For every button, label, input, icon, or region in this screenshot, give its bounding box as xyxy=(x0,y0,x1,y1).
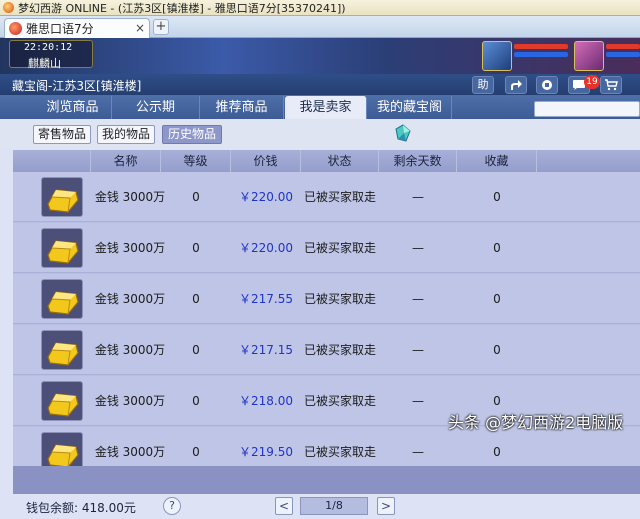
tab-browse[interactable]: 浏览商品 xyxy=(34,96,112,119)
tab-public-period[interactable]: 公示期 xyxy=(112,96,200,119)
page-indicator: 1/8 xyxy=(300,497,368,515)
item-level: 0 xyxy=(192,190,200,204)
item-name: 金钱 3000万两 xyxy=(94,394,166,458)
item-status: 已被买家取走 xyxy=(303,343,376,357)
tab-my-pavilion[interactable]: 我的藏宝阁 xyxy=(368,96,452,119)
item-price: ￥220.00 xyxy=(239,190,293,204)
item-days-left: — xyxy=(412,445,424,459)
item-price: ￥218.00 xyxy=(239,394,293,408)
subtab-my-items[interactable]: 我的物品 xyxy=(97,125,155,144)
browser-tab[interactable]: 雅思口语7分 × xyxy=(4,18,150,38)
gold-ingot-icon xyxy=(41,279,83,319)
item-days-left: — xyxy=(412,241,424,255)
item-level: 0 xyxy=(192,343,200,357)
panel-footer: 钱包余额: 418.00元 ? < 1/8 > xyxy=(0,494,640,519)
col-status-header[interactable]: 状态 xyxy=(301,150,379,172)
item-price: ￥217.55 xyxy=(239,292,293,306)
gold-ingot-icon xyxy=(41,381,83,421)
item-fav-count: 0 xyxy=(493,190,501,204)
tab-seller[interactable]: 我是卖家 xyxy=(285,96,367,119)
player-mp-bar xyxy=(514,52,568,57)
item-days-left: — xyxy=(412,190,424,204)
item-days-left: — xyxy=(412,394,424,408)
close-tab-icon[interactable]: × xyxy=(135,21,145,35)
next-page-button[interactable]: > xyxy=(377,497,395,515)
col-fav-header[interactable]: 收藏 xyxy=(457,150,537,172)
window-title-bar: 梦幻西游 ONLINE - (江苏3区[镇淮楼] - 雅思口语7分[353702… xyxy=(0,0,640,16)
item-status: 已被买家取走 xyxy=(303,190,376,204)
game-clock-box: 22:20:12 麒麟山 xyxy=(9,40,93,70)
crystal-icon xyxy=(395,124,411,142)
treasure-pavilion-panel: 藏宝阁-江苏3区[镇淮楼] 助 19 浏览商品 公示期 推荐商品 我是卖家 我的… xyxy=(0,74,640,519)
item-level: 0 xyxy=(192,394,200,408)
panel-title: 藏宝阁-江苏3区[镇淮楼] xyxy=(12,79,142,93)
gold-ingot-icon xyxy=(41,177,83,217)
player-hp-bar xyxy=(514,44,568,49)
table-row[interactable]: 金钱 3000万两 0 ￥220.00 已被买家取走 — 0 xyxy=(13,172,640,254)
game-scene-strip: 22:20:12 麒麟山 xyxy=(0,38,640,74)
item-name: 金钱 3000万两 xyxy=(94,190,166,254)
col-image-header xyxy=(13,150,91,172)
item-status: 已被买家取走 xyxy=(303,292,376,306)
stop-icon[interactable] xyxy=(536,76,558,94)
pet-avatar[interactable] xyxy=(574,41,604,71)
source-watermark: 头条 @梦幻西游2电脑版 xyxy=(448,413,624,432)
item-fav-count: 0 xyxy=(493,343,501,357)
seller-sub-tabs: 寄售物品 我的物品 历史物品 xyxy=(0,119,640,149)
item-fav-count: 0 xyxy=(493,241,501,255)
item-days-left: — xyxy=(412,343,424,357)
item-name: 金钱 3000万两 xyxy=(94,445,166,459)
search-input[interactable] xyxy=(534,101,640,117)
tab-favicon-icon xyxy=(9,22,22,35)
item-price: ￥219.50 xyxy=(239,445,293,459)
map-location: 麒麟山 xyxy=(28,57,61,70)
subtab-consigned[interactable]: 寄售物品 xyxy=(33,125,91,144)
item-price: ￥220.00 xyxy=(239,241,293,255)
item-level: 0 xyxy=(192,292,200,306)
col-name-header[interactable]: 名称 xyxy=(91,150,161,172)
table-row[interactable]: 金钱 3000万两 0 ￥217.55 已被买家取走 — 0 xyxy=(13,274,640,356)
tab-recommended[interactable]: 推荐商品 xyxy=(200,96,284,119)
table-row[interactable]: 金钱 3000万两 0 ￥217.15 已被买家取走 — 0 xyxy=(13,325,640,407)
table-header: 名称 等级 价钱 状态 剩余天数 收藏 xyxy=(13,150,640,172)
item-status: 已被买家取走 xyxy=(303,394,376,408)
gold-ingot-icon xyxy=(41,330,83,370)
item-level: 0 xyxy=(192,241,200,255)
window-title: 梦幻西游 ONLINE - (江苏3区[镇淮楼] - 雅思口语7分[353702… xyxy=(18,1,346,15)
item-price: ￥217.15 xyxy=(239,343,293,357)
new-tab-button[interactable]: + xyxy=(153,19,169,35)
share-icon[interactable] xyxy=(505,76,527,94)
item-name: 金钱 3000万两 xyxy=(94,292,166,356)
table-footer-band xyxy=(13,466,640,494)
gold-ingot-icon xyxy=(41,432,83,466)
chat-count-badge: 19 xyxy=(584,75,600,89)
item-level: 0 xyxy=(192,445,200,459)
item-status: 已被买家取走 xyxy=(303,241,376,255)
browser-tab-strip: 雅思口语7分 × + xyxy=(0,16,640,38)
cart-icon[interactable] xyxy=(600,76,622,94)
gold-ingot-icon xyxy=(41,228,83,268)
help-button[interactable]: 助 xyxy=(472,76,494,94)
col-price-header[interactable]: 价钱 xyxy=(231,150,301,172)
browser-tab-label: 雅思口语7分 xyxy=(26,22,94,36)
subtab-history[interactable]: 历史物品 xyxy=(162,125,222,144)
item-name: 金钱 3000万两 xyxy=(94,241,166,305)
pet-mp-bar xyxy=(606,52,640,57)
game-app-icon xyxy=(3,2,14,13)
game-time: 22:20:12 xyxy=(24,42,73,53)
col-days-header[interactable]: 剩余天数 xyxy=(379,150,457,172)
help-question-icon[interactable]: ? xyxy=(163,497,181,515)
item-name: 金钱 3000万两 xyxy=(94,343,166,407)
pet-hp-bar xyxy=(606,44,640,49)
item-fav-count: 0 xyxy=(493,292,501,306)
col-level-header[interactable]: 等级 xyxy=(161,150,231,172)
table-row[interactable]: 金钱 3000万两 0 ￥220.00 已被买家取走 — 0 xyxy=(13,223,640,305)
player-avatar[interactable] xyxy=(482,41,512,71)
item-status: 已被买家取走 xyxy=(303,445,376,459)
item-days-left: — xyxy=(412,292,424,306)
prev-page-button[interactable]: < xyxy=(275,497,293,515)
wallet-balance: 钱包余额: 418.00元 xyxy=(26,501,136,515)
